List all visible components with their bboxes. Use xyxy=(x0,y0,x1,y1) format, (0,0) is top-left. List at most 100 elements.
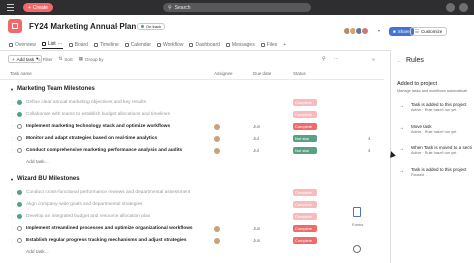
table-row[interactable]: ⋮⋮ Define clear annual marketing objecti… xyxy=(0,97,384,109)
task-name[interactable]: Define clear annual marketing objectives… xyxy=(26,100,146,105)
table-row[interactable]: ⋮⋮ Collaborate with teams to establish b… xyxy=(0,109,384,121)
rule-name: Task is added to this project xyxy=(411,102,467,107)
more-icon[interactable]: ··· xyxy=(58,41,63,47)
check-icon[interactable] xyxy=(17,202,22,207)
forms-icon[interactable] xyxy=(353,207,361,217)
table-row[interactable]: ⋮⋮ Monitor and adapt strategies based on… xyxy=(0,133,384,145)
task-name[interactable]: Develop an integrated budget and resourc… xyxy=(26,214,150,219)
task-name[interactable]: Collaborate with teams to establish budg… xyxy=(26,112,170,117)
tab-messages[interactable]: Messages xyxy=(225,40,255,49)
project-members[interactable] xyxy=(343,27,369,35)
tab-timeline[interactable]: Timeline xyxy=(93,40,119,49)
sort-icon: ⇅ xyxy=(58,56,63,61)
check-icon[interactable] xyxy=(17,190,22,195)
group-by-button[interactable]: ▦ Group by xyxy=(79,55,104,63)
avatar[interactable] xyxy=(214,148,220,154)
column-header-due-date[interactable]: Due date xyxy=(253,71,271,76)
search-icon[interactable]: ⚲ xyxy=(322,56,326,62)
avatar[interactable] xyxy=(214,238,220,244)
sort-button[interactable]: ⇅ Sort xyxy=(59,55,73,63)
status-badge[interactable]: Not star xyxy=(293,147,317,154)
star-icon[interactable]: ☆ xyxy=(124,22,129,29)
table-row[interactable]: ⋮⋮ Align company-wide goals and departme… xyxy=(0,199,384,211)
check-icon[interactable] xyxy=(17,238,22,243)
check-icon[interactable] xyxy=(17,112,22,117)
task-name[interactable]: Conduct cross-functional performance rev… xyxy=(26,190,190,195)
status-badge[interactable]: Complete xyxy=(293,123,317,130)
check-icon[interactable] xyxy=(17,100,22,105)
due-date[interactable]: Jun xyxy=(253,226,260,231)
close-icon[interactable]: » xyxy=(372,57,375,63)
status-badge[interactable]: Complete xyxy=(293,99,317,106)
tab-dashboard[interactable]: Dashboard xyxy=(189,40,220,49)
check-icon[interactable] xyxy=(17,124,22,129)
table-row[interactable]: ⋮⋮ Implement marketing technology stack … xyxy=(0,121,384,133)
task-name[interactable]: Implement marketing technology stack and… xyxy=(26,124,170,129)
tab-board[interactable]: Board xyxy=(68,40,88,49)
task-name[interactable]: Monitor and adapt strategies based on re… xyxy=(26,136,157,141)
filter-button[interactable]: ≡ Filter xyxy=(38,55,53,63)
help-icon[interactable] xyxy=(446,3,455,12)
header-divider xyxy=(0,79,384,80)
create-button[interactable]: + Create xyxy=(23,3,53,12)
back-arrow-icon[interactable]: ← xyxy=(397,58,402,64)
rule-name: When Task is moved to a secti xyxy=(411,145,472,150)
user-avatar[interactable] xyxy=(459,3,468,12)
tab-workflow[interactable]: Workflow xyxy=(156,40,183,49)
table-row[interactable]: ⋮⋮ Conduct comprehensive marketing perfo… xyxy=(0,145,384,157)
due-date[interactable]: Jul xyxy=(253,148,259,153)
project-title[interactable]: FY24 Marketing Annual Plan xyxy=(29,22,136,31)
tab-calendar[interactable]: Calendar xyxy=(124,40,151,49)
table-row[interactable]: ⋮⋮ Develop an integrated budget and reso… xyxy=(0,211,384,223)
panel-subtitle: Added to project xyxy=(397,81,438,87)
due-date[interactable]: Jun xyxy=(253,124,260,129)
column-header-task-name[interactable]: Task name xyxy=(10,71,32,76)
status-badge[interactable]: Not star xyxy=(293,135,317,142)
due-date[interactable]: Jul xyxy=(253,136,259,141)
status-badge[interactable]: Complete xyxy=(293,237,317,244)
check-icon[interactable] xyxy=(17,226,22,231)
check-icon[interactable] xyxy=(17,148,22,153)
project-status-button[interactable]: On track xyxy=(137,23,166,30)
task-name[interactable]: Establish regular progress tracking mech… xyxy=(26,238,187,243)
avatar[interactable] xyxy=(214,136,220,142)
status-badge[interactable]: Complete xyxy=(293,213,317,220)
column-header-status[interactable]: Status xyxy=(293,71,306,76)
add-task-link[interactable]: Add task... xyxy=(26,250,49,255)
status-badge[interactable]: Complete xyxy=(293,189,317,196)
section-header[interactable]: ▼ Marketing Team Milestones xyxy=(10,86,95,92)
add-tab-button[interactable]: + xyxy=(283,40,286,49)
chevron-down-icon[interactable]: ▾ xyxy=(378,28,380,33)
hamburger-menu-icon[interactable] xyxy=(7,4,14,11)
customize-button[interactable]: ☷ Customize xyxy=(410,27,448,36)
search-input[interactable]: ⚲ Search xyxy=(163,3,311,12)
table-row[interactable]: ⋮⋮ Establish regular progress tracking m… xyxy=(0,235,384,247)
tab-overview[interactable]: Overview xyxy=(9,40,36,49)
tabs-divider xyxy=(0,50,390,51)
options-icon[interactable]: ··· xyxy=(334,56,339,62)
rule-status: Paused xyxy=(411,173,424,177)
chevron-down-icon[interactable]: ▼ xyxy=(10,177,14,182)
task-name[interactable]: Implement streamlined processes and opti… xyxy=(26,226,193,231)
section-header[interactable]: ▼ Wizard BU Milestones xyxy=(10,176,80,182)
chevron-down-icon[interactable]: ▼ xyxy=(10,87,14,92)
add-task-link[interactable]: Add task... xyxy=(26,160,49,165)
avatar[interactable] xyxy=(214,226,220,232)
status-badge[interactable]: Complete xyxy=(293,201,317,208)
tab-list[interactable]: List ··· xyxy=(41,40,63,49)
due-date[interactable]: Jun xyxy=(253,238,260,243)
table-row[interactable]: ⋮⋮ Conduct cross-functional performance … xyxy=(0,187,384,199)
task-name[interactable]: Align company-wide goals and departmenta… xyxy=(26,202,143,207)
status-badge[interactable]: Complete xyxy=(293,111,317,118)
chevron-down-icon[interactable]: ⌄ xyxy=(115,23,119,29)
status-badge[interactable]: Complete xyxy=(293,225,317,232)
check-icon[interactable] xyxy=(17,136,22,141)
task-name[interactable]: Conduct comprehensive marketing performa… xyxy=(26,148,182,153)
tab-files[interactable]: Files xyxy=(260,40,277,49)
forms-label[interactable]: Forms xyxy=(352,222,363,227)
column-header-assignee[interactable]: Assignee xyxy=(214,71,233,76)
table-row[interactable]: ⋮⋮ Implement streamlined processes and o… xyxy=(0,223,384,235)
gear-icon[interactable] xyxy=(353,245,361,253)
check-icon[interactable] xyxy=(17,214,22,219)
avatar[interactable] xyxy=(214,124,220,130)
